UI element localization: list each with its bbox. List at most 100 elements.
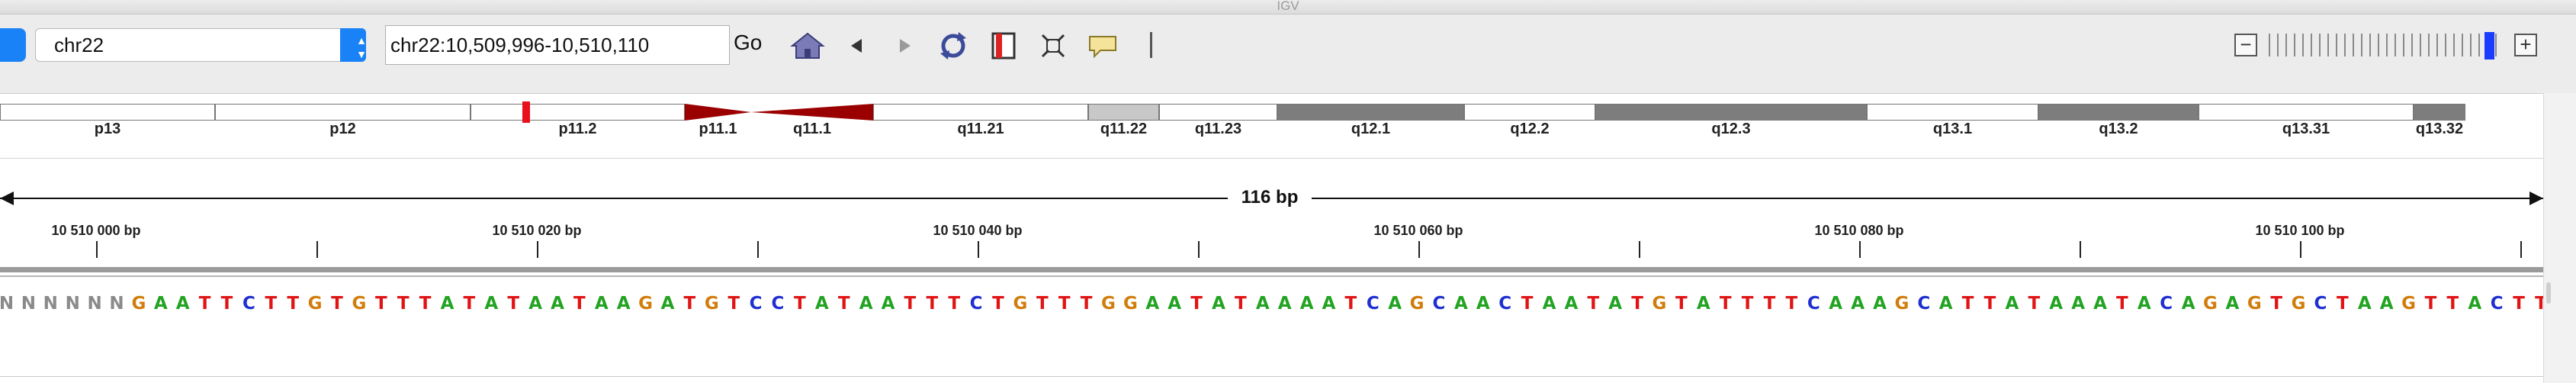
sequence-base: T bbox=[287, 294, 300, 314]
sequence-base: C bbox=[749, 294, 763, 314]
ruler-tick bbox=[1859, 241, 1861, 258]
band-label: q11.23 bbox=[1194, 121, 1242, 137]
sequence-base: T bbox=[331, 294, 343, 314]
resize-to-window-icon[interactable] bbox=[1039, 29, 1067, 63]
sequence-base: G bbox=[1013, 294, 1028, 314]
ruler-tick-label: 10 510 060 bp bbox=[1373, 223, 1463, 238]
sequence-base: T bbox=[837, 294, 850, 314]
sequence-base: G bbox=[704, 294, 719, 314]
sequence-base: T bbox=[374, 294, 387, 314]
sequence-base: T bbox=[2424, 294, 2437, 314]
band-label: q11.1 bbox=[792, 121, 832, 137]
band-label: p13 bbox=[94, 121, 121, 137]
sequence-base: C bbox=[2160, 294, 2173, 314]
genome-dropdown[interactable] bbox=[0, 28, 26, 62]
ruler-tick bbox=[978, 241, 979, 258]
back-icon[interactable] bbox=[845, 29, 868, 63]
band-label: p12 bbox=[329, 121, 356, 137]
cytoband bbox=[1595, 104, 1867, 121]
track-bottom-divider bbox=[0, 376, 2543, 377]
sequence-base: T bbox=[463, 294, 476, 314]
sequence-base: A bbox=[814, 294, 829, 314]
sequence-base: T bbox=[1587, 294, 1600, 314]
sequence-base: T bbox=[2270, 294, 2283, 314]
band-label: q12.2 bbox=[1510, 121, 1550, 137]
sequence-base: C bbox=[1432, 294, 1446, 314]
sequence-base: A bbox=[1277, 294, 1292, 314]
sequence-base: A bbox=[153, 294, 168, 314]
sequence-base: A bbox=[1168, 294, 1182, 314]
sequence-base: A bbox=[2379, 294, 2394, 314]
panel-divider[interactable] bbox=[0, 267, 2543, 272]
cytoband bbox=[1277, 104, 1464, 121]
band-label: q11.21 bbox=[957, 121, 1004, 137]
sequence-base: A bbox=[2049, 294, 2064, 314]
scrollbar-thumb[interactable] bbox=[2546, 282, 2551, 304]
sequence-base: A bbox=[1938, 294, 1953, 314]
zoom-slider-thumb[interactable] bbox=[2484, 32, 2494, 60]
band-label: q12.1 bbox=[1351, 121, 1391, 137]
chromosome-ideogram[interactable] bbox=[0, 104, 2543, 121]
sequence-base: A bbox=[1542, 294, 1556, 314]
sequence-base: N bbox=[109, 294, 124, 314]
cytoband bbox=[215, 104, 471, 121]
zoom-out-button[interactable]: − bbox=[2234, 34, 2257, 56]
sequence-base: A bbox=[2468, 294, 2482, 314]
sequence-base: A bbox=[2137, 294, 2151, 314]
sequence-base: A bbox=[1145, 294, 1160, 314]
band-label: q13.32 bbox=[2415, 121, 2464, 137]
sequence-base: T bbox=[2513, 294, 2525, 314]
sequence-base: A bbox=[1453, 294, 1468, 314]
sequence-base: A bbox=[881, 294, 895, 314]
chromosome-dropdown[interactable]: chr22 ▲▼ bbox=[35, 28, 368, 62]
go-button[interactable]: Go bbox=[734, 31, 762, 55]
zoom-in-button[interactable]: + bbox=[2514, 34, 2537, 56]
sequence-base: G bbox=[307, 294, 323, 314]
sequence-base: G bbox=[2203, 294, 2218, 314]
sequence-base: A bbox=[1696, 294, 1710, 314]
sequence-base: G bbox=[2247, 294, 2262, 314]
ruler-tick-label: 10 510 040 bp bbox=[933, 223, 1023, 238]
vertical-scrollbar[interactable] bbox=[2543, 93, 2576, 383]
ruler-tick bbox=[2080, 241, 2081, 258]
cytoband bbox=[0, 104, 215, 121]
refresh-icon[interactable] bbox=[936, 29, 971, 63]
band-label: p11.2 bbox=[558, 121, 597, 137]
band-label: q13.1 bbox=[1932, 121, 1973, 137]
sequence-base: T bbox=[1983, 294, 1996, 314]
home-icon[interactable] bbox=[789, 29, 826, 63]
band-label: q11.22 bbox=[1100, 121, 1148, 137]
sequence-base: T bbox=[1675, 294, 1688, 314]
sequence-base: T bbox=[1741, 294, 1754, 314]
ruler-tick-label: 10 510 020 bp bbox=[492, 223, 582, 238]
sequence-base: T bbox=[2446, 294, 2459, 314]
chromosome-value: chr22 bbox=[54, 34, 104, 56]
ruler-tick-label: 10 510 080 bp bbox=[1814, 223, 1904, 238]
sequence-base: A bbox=[1851, 294, 1865, 314]
zoom-slider[interactable] bbox=[2269, 34, 2497, 56]
sequence-base: T bbox=[1344, 294, 1357, 314]
sequence-base: A bbox=[594, 294, 609, 314]
sequence-base: C bbox=[2314, 294, 2327, 314]
sequence-base: G bbox=[1123, 294, 1138, 314]
ruler-tick bbox=[316, 241, 318, 258]
sequence-base: A bbox=[2225, 294, 2240, 314]
forward-icon[interactable] bbox=[894, 29, 917, 63]
panel-divider-line bbox=[0, 275, 2543, 277]
sequence-base: T bbox=[1058, 294, 1071, 314]
sequence-base: T bbox=[1080, 294, 1093, 314]
locus-input[interactable]: chr22:10,509,996-10,510,110 bbox=[385, 25, 730, 65]
sequence-base: A bbox=[2181, 294, 2195, 314]
sequence-base: T bbox=[1961, 294, 1974, 314]
sequence-base: T bbox=[926, 294, 939, 314]
region-of-interest-icon[interactable] bbox=[990, 29, 1017, 63]
cytoband bbox=[471, 104, 685, 121]
sequence-base: G bbox=[2401, 294, 2417, 314]
sequence-base: A bbox=[484, 294, 499, 314]
sequence-base: T bbox=[397, 294, 410, 314]
sequence-base: T bbox=[1631, 294, 1643, 314]
sequence-base: A bbox=[1212, 294, 1225, 314]
sequence-base: N bbox=[65, 294, 80, 314]
popup-info-icon[interactable] bbox=[1087, 29, 1120, 63]
sequence-base: T bbox=[1235, 294, 1247, 314]
